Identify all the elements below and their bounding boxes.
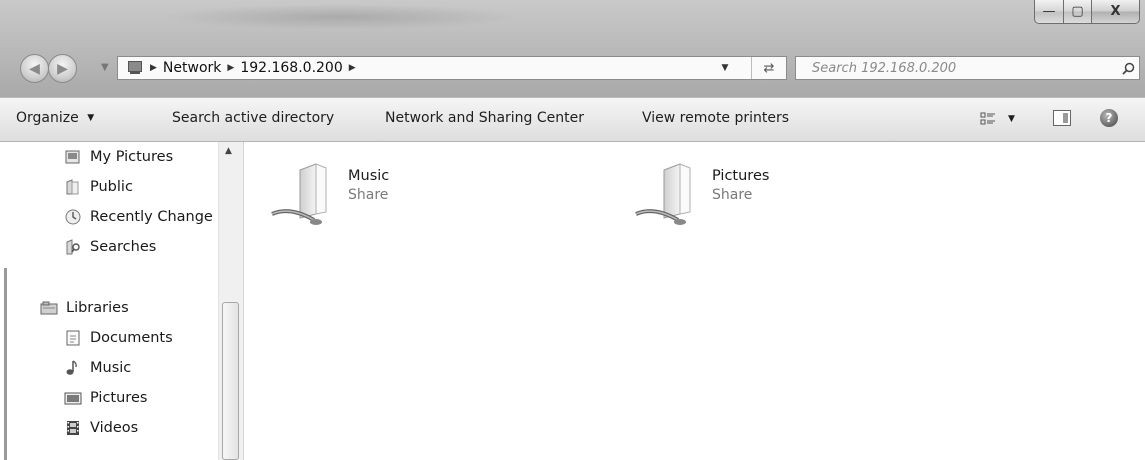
sidebar-item-libraries[interactable]: Libraries — [40, 299, 129, 317]
window-frame: — ▢ X ◀ ▶ ▼ ▶ Network ▶ 192.168.0.200 ▶ … — [0, 0, 1145, 97]
view-options-icon — [980, 112, 995, 125]
sidebar-item-label: Music — [90, 360, 132, 376]
sidebar-item-label: Searches — [90, 239, 157, 255]
scroll-up-icon[interactable]: ▲ — [225, 146, 232, 156]
navigation-bar: ◀ ▶ ▼ ▶ Network ▶ 192.168.0.200 ▶ ▼ ⇄ — [0, 49, 1145, 91]
maximize-button[interactable]: ▢ — [1064, 0, 1092, 24]
breadcrumb-separator-icon[interactable]: ▶ — [150, 63, 157, 73]
search-icon[interactable] — [1117, 62, 1139, 75]
share-item-pictures[interactable]: Pictures Share — [634, 162, 769, 230]
sidebar-item-label: Libraries — [66, 300, 129, 316]
scrollbar-thumb[interactable] — [222, 302, 239, 460]
title-bar-blur — [160, 4, 520, 30]
share-name: Music — [348, 168, 390, 184]
navigation-pane-scrollbar[interactable]: ▲ — [218, 142, 243, 460]
film-icon — [64, 419, 82, 437]
libraries-icon — [40, 299, 58, 317]
shared-folder-icon — [270, 162, 346, 230]
back-arrow-icon: ◀ — [29, 60, 40, 77]
sidebar-item-searches[interactable]: Searches — [64, 238, 156, 256]
command-bar: Organize ▼ Search active directory Netwo… — [0, 97, 1145, 142]
share-item-music[interactable]: Music Share — [270, 162, 389, 230]
network-and-sharing-center-button[interactable]: Network and Sharing Center — [385, 110, 584, 126]
searches-folder-icon — [64, 238, 82, 256]
forward-button[interactable]: ▶ — [48, 54, 77, 83]
sidebar-item-pictures[interactable]: Pictures — [64, 389, 147, 407]
sidebar-item-label: Public — [90, 179, 133, 195]
document-icon — [64, 329, 82, 347]
help-button[interactable]: ? — [1100, 109, 1118, 127]
pane-edge — [0, 142, 8, 460]
chevron-down-icon: ▼ — [87, 113, 95, 123]
share-type: Share — [712, 187, 753, 203]
recent-pages-dropdown[interactable]: ▼ — [101, 62, 109, 73]
search-active-directory-button[interactable]: Search active directory — [172, 110, 334, 126]
refresh-button[interactable]: ⇄ — [751, 57, 786, 79]
preview-pane-button[interactable] — [1053, 110, 1071, 126]
music-note-icon — [64, 359, 82, 377]
maximize-icon: ▢ — [1071, 4, 1084, 19]
network-computer-icon — [124, 61, 144, 75]
breadcrumb-separator-icon[interactable]: ▶ — [349, 63, 356, 73]
change-view-button[interactable]: ▼ — [980, 111, 1015, 127]
sidebar-item-music[interactable]: Music — [64, 359, 131, 377]
sidebar-item-label: Recently Change — [90, 209, 213, 225]
share-type: Share — [348, 187, 389, 203]
chevron-down-icon[interactable]: ▼ — [716, 57, 734, 79]
sidebar-item-label: Pictures — [90, 390, 148, 406]
sidebar-item-label: My Pictures — [90, 149, 174, 165]
breadcrumb-computer[interactable]: 192.168.0.200 — [240, 60, 342, 76]
pictures-folder-icon — [64, 148, 82, 166]
close-icon: X — [1110, 4, 1121, 19]
sidebar-item-recently-changed[interactable]: Recently Change — [64, 208, 213, 226]
chevron-down-icon: ▼ — [1008, 114, 1015, 124]
sidebar-item-videos[interactable]: Videos — [64, 419, 138, 437]
share-name: Pictures — [712, 168, 770, 184]
minimize-button[interactable]: — — [1034, 0, 1064, 24]
forward-arrow-icon: ▶ — [57, 60, 68, 77]
minimize-icon: — — [1042, 4, 1056, 19]
recent-changes-icon — [64, 208, 82, 226]
breadcrumb-separator-icon[interactable]: ▶ — [227, 63, 234, 73]
sidebar-item-documents[interactable]: Documents — [64, 329, 173, 347]
organize-label: Organize — [16, 110, 79, 126]
view-remote-printers-button[interactable]: View remote printers — [642, 110, 789, 126]
content-area: Music Share Pictures Share — [244, 142, 1145, 460]
refresh-icon: ⇄ — [763, 60, 775, 76]
sidebar-item-label: Documents — [90, 330, 173, 346]
help-icon: ? — [1105, 111, 1113, 125]
organize-menu[interactable]: Organize ▼ — [16, 110, 94, 126]
close-button[interactable]: X — [1092, 0, 1140, 24]
sidebar-item-my-pictures[interactable]: My Pictures — [64, 148, 173, 166]
picture-icon — [64, 389, 82, 407]
breadcrumb-network[interactable]: Network — [163, 60, 221, 76]
folder-icon — [64, 178, 82, 196]
shared-folder-icon — [634, 162, 710, 230]
address-bar[interactable]: ▶ Network ▶ 192.168.0.200 ▶ ▼ ⇄ — [117, 56, 787, 80]
back-button[interactable]: ◀ — [20, 54, 49, 83]
sidebar-item-public[interactable]: Public — [64, 178, 133, 196]
caption-buttons: — ▢ X — [1034, 0, 1140, 24]
search-input[interactable] — [796, 57, 1117, 79]
sidebar-item-label: Videos — [90, 420, 139, 436]
search-box — [795, 56, 1140, 80]
navigation-pane: My Pictures Public Recently Change Searc… — [0, 142, 244, 460]
